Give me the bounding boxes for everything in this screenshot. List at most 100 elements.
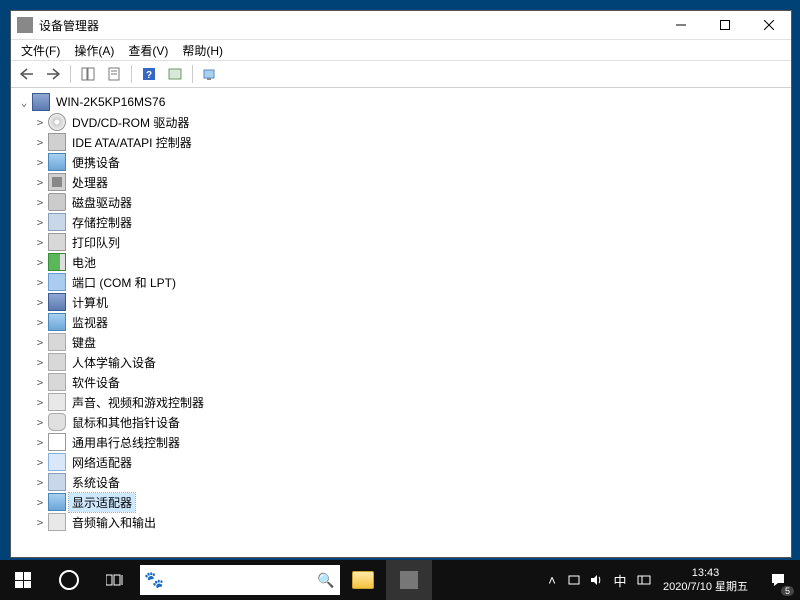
tree-item[interactable]: >存储控制器: [13, 212, 789, 232]
tree-item[interactable]: > IDE ATA/ATAPI 控制器: [13, 132, 789, 152]
expand-icon[interactable]: >: [33, 216, 47, 229]
task-view-button[interactable]: [92, 560, 138, 600]
scan-hardware-button[interactable]: [198, 62, 222, 86]
expand-icon[interactable]: >: [33, 176, 47, 189]
tree-item[interactable]: >网络适配器: [13, 452, 789, 472]
tree-item-label: 监视器: [69, 313, 111, 332]
tree-item[interactable]: > 端口 (COM 和 LPT): [13, 272, 789, 292]
collapse-icon[interactable]: ⌄: [17, 96, 31, 109]
tree-item-label: 端口 (COM 和 LPT): [69, 273, 179, 292]
window-title: 设备管理器: [39, 17, 99, 34]
expand-icon[interactable]: >: [33, 256, 47, 269]
tree-item[interactable]: >人体学输入设备: [13, 352, 789, 372]
tree-item[interactable]: > 监视器: [13, 312, 789, 332]
tree-item[interactable]: > 磁盘驱动器: [13, 192, 789, 212]
computer-cat-icon: [48, 293, 66, 311]
notification-center-button[interactable]: 5: [756, 560, 800, 600]
tree-item[interactable]: > 处理器: [13, 172, 789, 192]
tree-item-label: IDE ATA/ATAPI 控制器: [69, 133, 195, 152]
cdrom-icon: [48, 113, 66, 131]
tree-item[interactable]: >键盘: [13, 332, 789, 352]
system-tray: ˄ 中 13:43 2020/7/10 星期五 5: [541, 560, 800, 600]
tree-root[interactable]: ⌄ WIN-2K5KP16MS76: [13, 92, 789, 112]
taskbar-clock[interactable]: 13:43 2020/7/10 星期五: [655, 566, 756, 594]
nav-forward-button[interactable]: [41, 62, 65, 86]
titlebar[interactable]: 设备管理器: [11, 11, 791, 40]
baidu-icon: 🐾: [140, 570, 168, 590]
properties-button[interactable]: [102, 62, 126, 86]
expand-icon[interactable]: >: [33, 236, 47, 249]
tree-item[interactable]: > 鼠标和其他指针设备: [13, 412, 789, 432]
expand-icon[interactable]: >: [33, 356, 47, 369]
tree-item-label: 打印队列: [69, 233, 123, 252]
expand-icon[interactable]: >: [33, 296, 47, 309]
toolbar-separator: [70, 65, 71, 83]
expand-icon[interactable]: >: [33, 376, 47, 389]
action-button[interactable]: [163, 62, 187, 86]
taskbar-app-explorer[interactable]: [340, 560, 386, 600]
expand-icon[interactable]: >: [33, 396, 47, 409]
tree-item-label: 显示适配器: [69, 493, 135, 512]
cortana-button[interactable]: [46, 560, 92, 600]
menu-view[interactable]: 查看(V): [122, 41, 174, 60]
notification-badge: 5: [781, 586, 794, 596]
mouse-icon: [48, 413, 66, 431]
nav-back-button[interactable]: [15, 62, 39, 86]
device-tree[interactable]: ⌄ WIN-2K5KP16MS76 >DVD/CD-ROM 驱动器>IDE AT…: [11, 88, 791, 557]
tree-item[interactable]: > 显示适配器: [13, 492, 789, 512]
display-icon: [48, 493, 66, 511]
taskbar-search[interactable]: 🐾 🔍: [140, 565, 340, 595]
tree-item-label: 处理器: [69, 173, 111, 192]
tree-item[interactable]: > 声音、视频和游戏控制器: [13, 392, 789, 412]
tree-item-label: 便携设备: [69, 153, 123, 172]
expand-icon[interactable]: >: [33, 276, 47, 289]
tree-item-label: 鼠标和其他指针设备: [69, 413, 183, 432]
close-button[interactable]: [747, 11, 791, 39]
tree-item[interactable]: > 打印队列: [13, 232, 789, 252]
tray-volume-icon[interactable]: [585, 560, 607, 600]
app-icon: [17, 17, 33, 33]
tree-item[interactable]: >电池: [13, 252, 789, 272]
tree-item-label: 声音、视频和游戏控制器: [69, 393, 207, 412]
audio-io-icon: [48, 513, 66, 531]
expand-icon[interactable]: >: [33, 516, 47, 529]
tree-item[interactable]: >软件设备: [13, 372, 789, 392]
tray-overflow-button[interactable]: ˄: [541, 560, 563, 600]
tree-item[interactable]: >音频输入和输出: [13, 512, 789, 532]
menu-file[interactable]: 文件(F): [15, 41, 66, 60]
show-hide-tree-button[interactable]: [76, 62, 100, 86]
tree-item[interactable]: >DVD/CD-ROM 驱动器: [13, 112, 789, 132]
tray-network-icon[interactable]: [563, 560, 585, 600]
tray-ime-mode-icon[interactable]: [633, 560, 655, 600]
monitor-icon: [48, 313, 66, 331]
tree-root-label: WIN-2K5KP16MS76: [53, 94, 168, 110]
device-manager-window: 设备管理器 文件(F) 操作(A) 查看(V) 帮助(H) ? ⌄ WIN-2K…: [10, 10, 792, 558]
clock-time: 13:43: [663, 566, 748, 580]
expand-icon[interactable]: >: [33, 416, 47, 429]
start-button[interactable]: [0, 560, 46, 600]
expand-icon[interactable]: >: [33, 316, 47, 329]
port-icon: [48, 273, 66, 291]
help-button[interactable]: ?: [137, 62, 161, 86]
expand-icon[interactable]: >: [33, 196, 47, 209]
tree-item[interactable]: >系统设备: [13, 472, 789, 492]
taskbar-app-2[interactable]: [386, 560, 432, 600]
expand-icon[interactable]: >: [33, 136, 47, 149]
expand-icon[interactable]: >: [33, 476, 47, 489]
tree-item-label: 磁盘驱动器: [69, 193, 135, 212]
maximize-button[interactable]: [703, 11, 747, 39]
expand-icon[interactable]: >: [33, 336, 47, 349]
portable-icon: [48, 153, 66, 171]
tray-ime-button[interactable]: 中: [607, 560, 633, 600]
menu-help[interactable]: 帮助(H): [176, 41, 229, 60]
expand-icon[interactable]: >: [33, 156, 47, 169]
tree-item[interactable]: >计算机: [13, 292, 789, 312]
tree-item[interactable]: >通用串行总线控制器: [13, 432, 789, 452]
expand-icon[interactable]: >: [33, 116, 47, 129]
menu-action[interactable]: 操作(A): [68, 41, 120, 60]
tree-item[interactable]: > 便携设备: [13, 152, 789, 172]
expand-icon[interactable]: >: [33, 496, 47, 509]
minimize-button[interactable]: [659, 11, 703, 39]
expand-icon[interactable]: >: [33, 436, 47, 449]
expand-icon[interactable]: >: [33, 456, 47, 469]
